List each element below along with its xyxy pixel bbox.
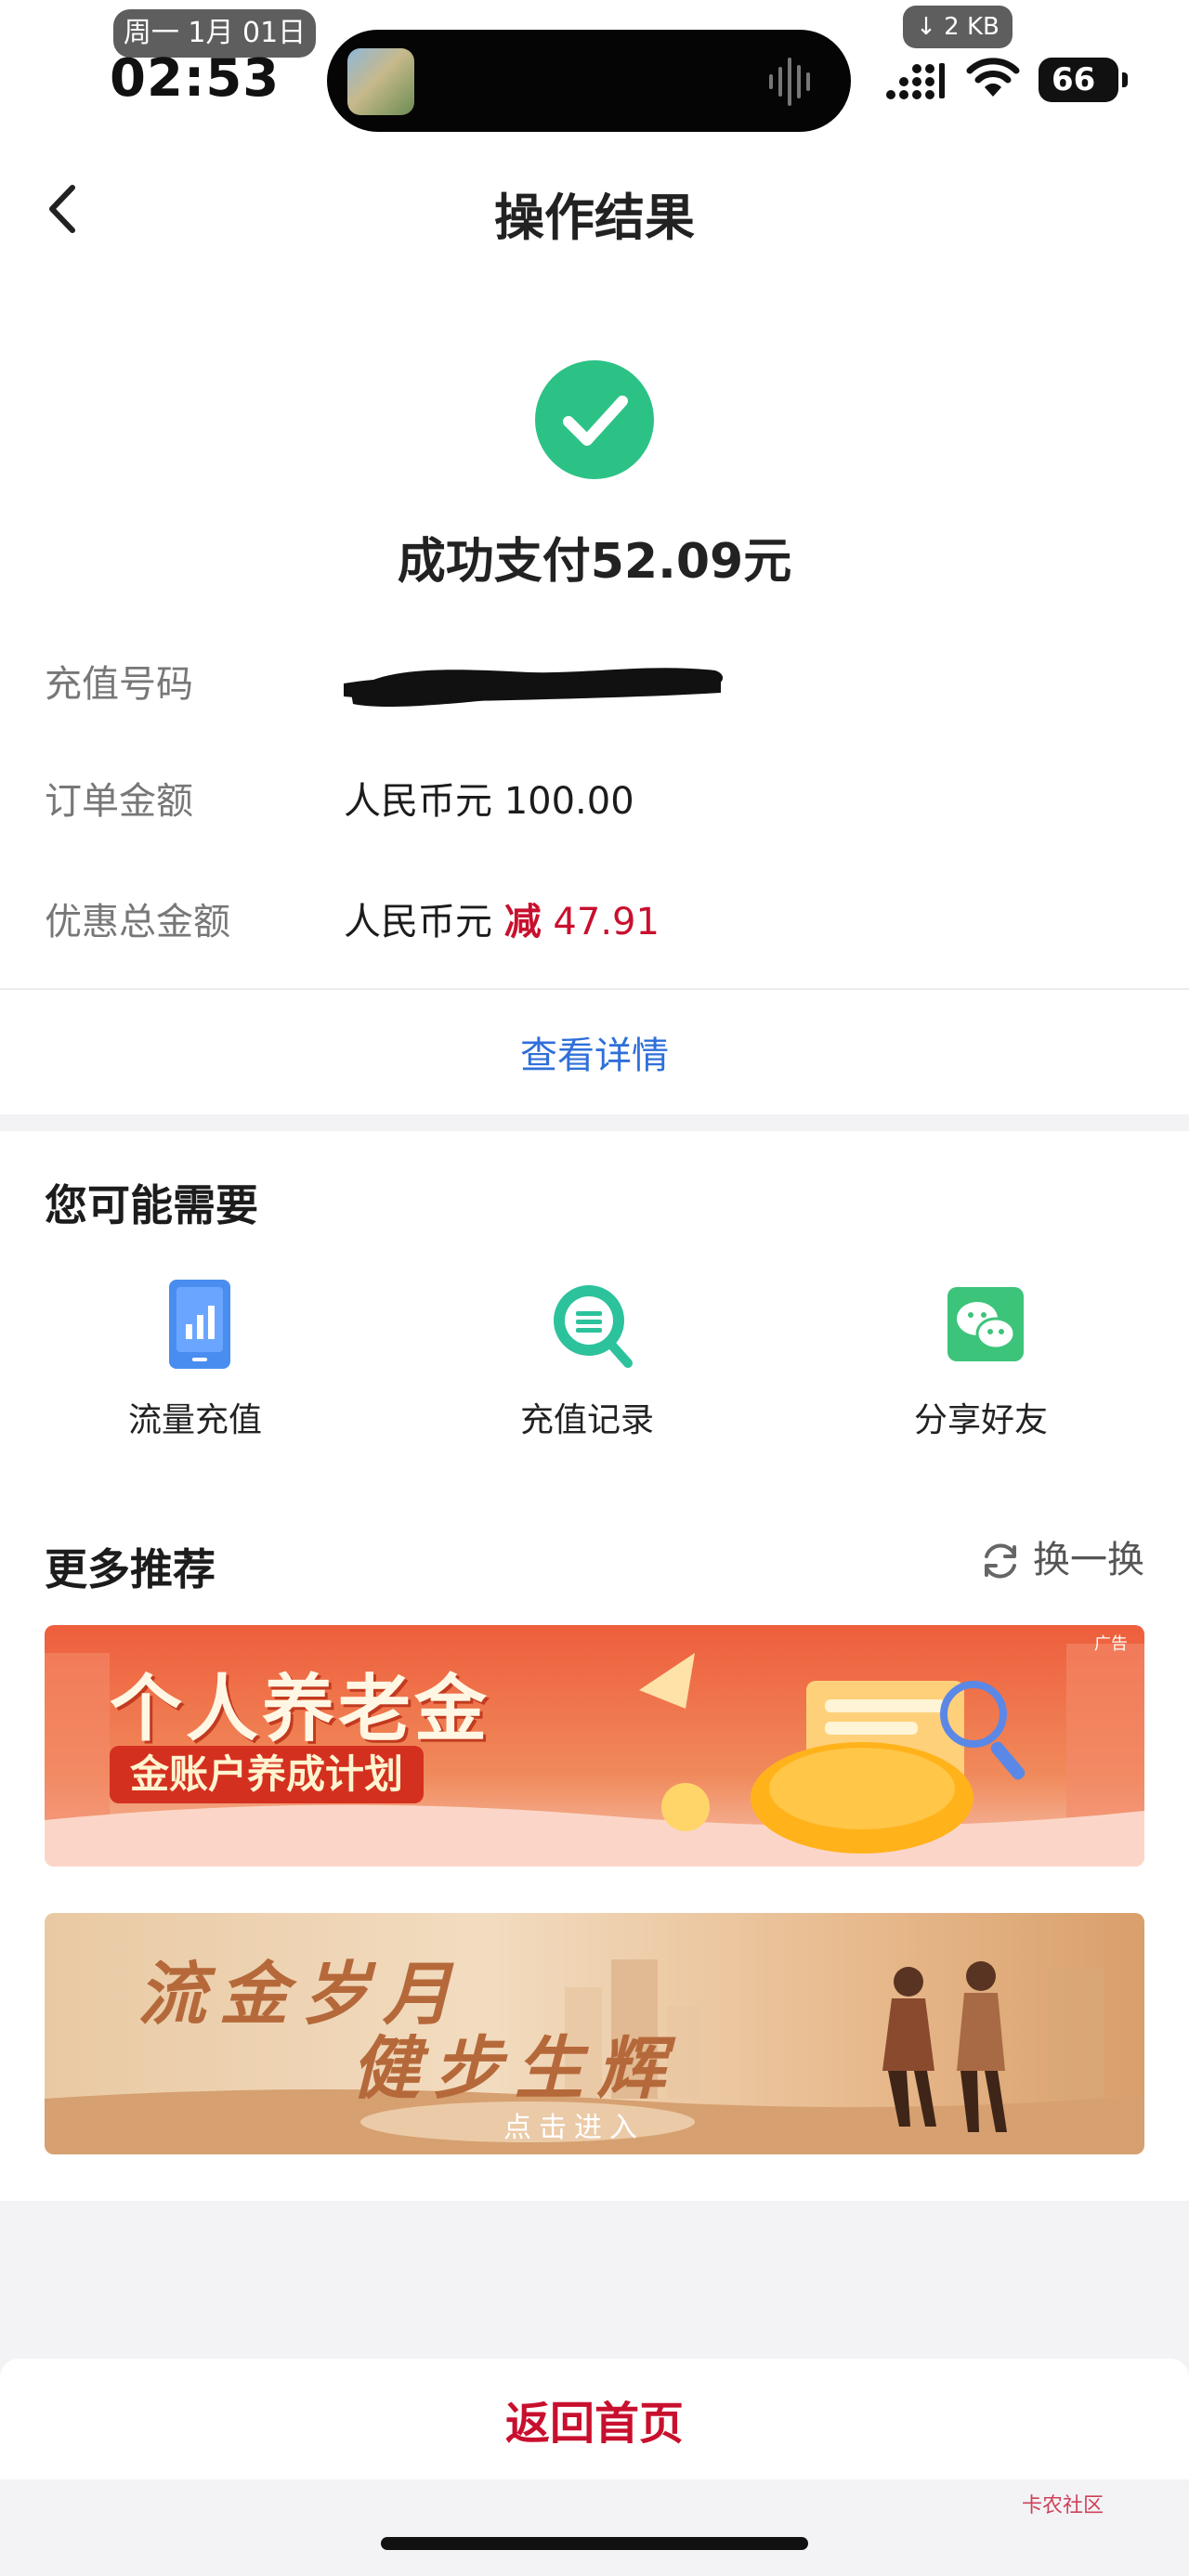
watermark: 卡农社区 xyxy=(1022,2494,1104,2517)
quick-action-data-recharge[interactable]: 流量充值 xyxy=(74,1280,316,1465)
quick-action-label: 流量充值 xyxy=(127,1401,262,1439)
return-home-button[interactable]: 返回首页 xyxy=(0,2387,1189,2452)
discount-amount: 47.91 xyxy=(541,901,660,943)
quick-action-label: 充值记录 xyxy=(519,1401,654,1439)
info-label: 充值号码 xyxy=(45,663,193,706)
discount-minus-label: 减 xyxy=(503,901,542,943)
refresh-icon xyxy=(985,1543,1016,1579)
now-playing-thumbnail xyxy=(347,48,414,115)
cellular-signal-icon xyxy=(886,63,945,99)
info-label: 优惠总金额 xyxy=(45,901,230,943)
ad-tag: 广告 xyxy=(1094,1634,1128,1654)
bottom-action-bar: 返回首页 xyxy=(0,2359,1189,2479)
page-title: 操作结果 xyxy=(494,189,695,247)
info-label: 订单金额 xyxy=(45,780,193,823)
banner-title: 个人养老金 xyxy=(110,1667,491,1751)
payment-result-card: 成功支付52.09元 充值号码 订单金额 人民币元 100.00 优惠总金额 人… xyxy=(0,279,1189,1114)
currency-label: 人民币元 xyxy=(344,901,504,943)
status-time: 02:53 xyxy=(110,48,281,109)
order-amount-value: 人民币元 100.00 xyxy=(344,780,634,823)
info-row-recharge-number: 充值号码 xyxy=(45,652,1144,717)
golden-years-banner[interactable]: 流金岁月 健步生辉 点击进入 xyxy=(45,1913,1144,2154)
refresh-button[interactable]: 换一换 xyxy=(979,1532,1144,1588)
network-speed-indicator: ↓ 2 KB xyxy=(903,6,1013,48)
back-arrow-icon[interactable] xyxy=(37,176,93,241)
audio-wave-icon xyxy=(769,58,810,106)
battery-indicator: 66 xyxy=(1039,58,1128,102)
banner-cta: 点击进入 xyxy=(503,2112,645,2144)
info-row-discount-total: 优惠总金额 人民币元 减 47.91 xyxy=(45,890,1144,955)
redacted-phone-number xyxy=(344,668,724,707)
info-row-order-amount: 订单金额 人民币元 100.00 xyxy=(45,769,1144,834)
divider xyxy=(0,988,1189,990)
recommend-title: 更多推荐 xyxy=(45,1544,216,1594)
quick-action-label: 分享好友 xyxy=(913,1401,1048,1439)
dynamic-island[interactable] xyxy=(327,30,851,132)
record-search-icon xyxy=(554,1285,633,1368)
suggestions-title: 您可能需要 xyxy=(45,1180,258,1230)
home-indicator[interactable] xyxy=(381,2537,808,2550)
nav-bar: 操作结果 xyxy=(0,139,1189,279)
banner-subheadline: 健步生辉 xyxy=(351,2029,678,2109)
phone-data-icon xyxy=(169,1280,230,1369)
page: 周一 1月 01日 02:53 ↓ 2 KB 66 操作结果 成功支付52.09… xyxy=(0,0,1189,2576)
pension-ad-banner[interactable]: 广告 个人养老金 金账户养成计划 xyxy=(45,1625,1144,1867)
payment-success-message: 成功支付52.09元 xyxy=(397,534,792,590)
quick-action-recharge-record[interactable]: 充值记录 xyxy=(466,1280,708,1465)
suggestions-section: 您可能需要 流量充值 充值记录 分享好友 更多推荐 换一换 广告 个人养老金 金… xyxy=(0,1131,1189,2201)
refresh-label: 换一换 xyxy=(1033,1539,1144,1581)
success-check-icon xyxy=(535,360,654,479)
wechat-icon xyxy=(947,1287,1024,1361)
discount-value: 人民币元 减 47.91 xyxy=(344,890,660,955)
wifi-icon xyxy=(966,58,1020,97)
banner-subtitle: 金账户养成计划 xyxy=(110,1746,425,1803)
status-bar: 周一 1月 01日 02:53 ↓ 2 KB 66 xyxy=(0,0,1189,139)
quick-action-share-friends[interactable]: 分享好友 xyxy=(860,1280,1102,1465)
view-details-link[interactable]: 查看详情 xyxy=(0,1025,1189,1079)
